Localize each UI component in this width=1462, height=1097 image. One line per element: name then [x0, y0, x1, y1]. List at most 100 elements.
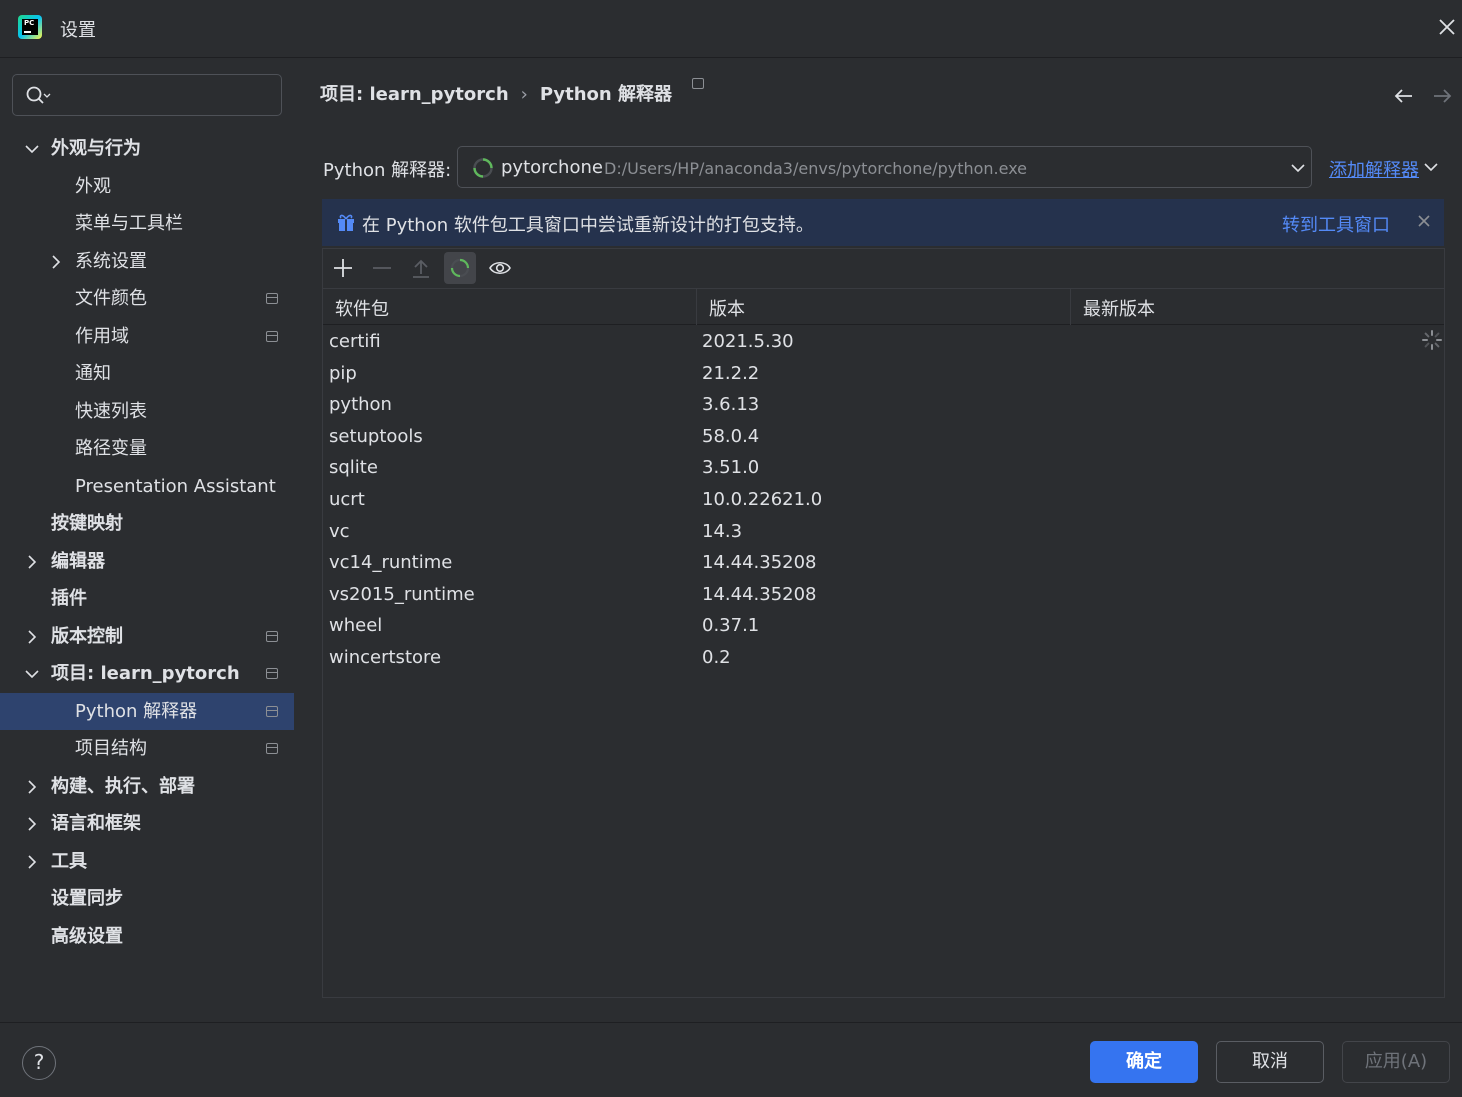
- add-package-button[interactable]: [327, 252, 359, 284]
- table-row[interactable]: vs2015_runtime 14.44.35208: [323, 579, 1444, 611]
- package-name-cell: setuptools: [329, 425, 423, 447]
- dialog-footer: ? 确定 取消 应用(A): [0, 1022, 1462, 1097]
- sidebar-item-label: 项目结构: [75, 738, 147, 759]
- package-version-cell: 58.0.4: [702, 425, 760, 447]
- banner-close-icon[interactable]: [1417, 214, 1431, 228]
- package-name-cell: certifi: [329, 331, 381, 352]
- sidebar-item-label: Presentation Assistant: [75, 475, 276, 497]
- table-row[interactable]: vc 14.3: [323, 516, 1444, 548]
- cancel-button[interactable]: 取消: [1216, 1041, 1324, 1083]
- table-row[interactable]: sqlite 3.51.0: [323, 452, 1444, 484]
- sidebar-item[interactable]: 构建、执行、部署: [0, 768, 294, 806]
- forward-button[interactable]: [1430, 84, 1454, 113]
- table-row[interactable]: wheel 0.37.1: [323, 610, 1444, 642]
- package-name-cell: ucrt: [329, 488, 365, 510]
- table-row[interactable]: setuptools 58.0.4: [323, 421, 1444, 453]
- chevron-down-icon[interactable]: [24, 130, 40, 167]
- add-interpreter-chevron-icon[interactable]: [1424, 160, 1438, 174]
- show-early-releases-button[interactable]: [483, 252, 515, 284]
- column-header-latest[interactable]: 最新版本: [1083, 295, 1155, 321]
- sidebar-item-label: 快速列表: [75, 400, 147, 422]
- sidebar-item[interactable]: 工具: [0, 843, 294, 881]
- apply-button[interactable]: 应用(A): [1342, 1041, 1450, 1083]
- sidebar-item[interactable]: 外观: [0, 168, 294, 206]
- sidebar-item[interactable]: 版本控制: [0, 618, 294, 656]
- table-row[interactable]: vc14_runtime 14.44.35208: [323, 547, 1444, 579]
- sidebar-item[interactable]: 插件: [0, 580, 294, 618]
- sidebar-item-label: 构建、执行、部署: [51, 775, 195, 797]
- sidebar-item-label: 版本控制: [51, 625, 123, 647]
- chevron-down-icon[interactable]: [24, 655, 40, 692]
- interpreter-env-name: pytorchone: [501, 157, 603, 178]
- back-button[interactable]: [1392, 84, 1416, 113]
- breadcrumb-page: Python 解释器: [539, 84, 672, 105]
- pycharm-logo-icon: PC: [18, 15, 42, 39]
- breadcrumb-project[interactable]: 项目: learn_pytorch: [320, 80, 509, 110]
- chevron-right-icon[interactable]: [24, 618, 40, 655]
- package-version-cell: 14.3: [702, 520, 743, 542]
- gift-icon: [338, 214, 354, 231]
- upgrade-arrow-icon: [413, 259, 429, 278]
- table-row[interactable]: ucrt 10.0.22621.0: [323, 484, 1444, 516]
- sidebar-item[interactable]: 语言和框架: [0, 805, 294, 843]
- settings-search-input[interactable]: [12, 74, 282, 116]
- upgrade-package-button[interactable]: [405, 252, 437, 284]
- plus-icon: [334, 259, 352, 277]
- project-scope-icon: [266, 630, 278, 642]
- go-to-tool-window-link[interactable]: 转到工具窗口: [1282, 211, 1390, 237]
- sidebar-item-label: 按键映射: [51, 513, 123, 534]
- project-scope-icon: [266, 330, 278, 342]
- add-interpreter-link[interactable]: 添加解释器: [1329, 156, 1419, 182]
- refresh-spinner-icon: [450, 258, 470, 278]
- package-version-cell: 14.44.35208: [702, 552, 817, 574]
- sidebar-item[interactable]: 系统设置: [0, 243, 294, 281]
- interpreter-select[interactable]: pytorchone D:/Users/HP/anaconda3/envs/py…: [457, 146, 1312, 188]
- interpreter-env-path: D:/Users/HP/anaconda3/envs/pytorchone/py…: [604, 159, 1028, 178]
- sidebar-item-label: 外观与行为: [51, 138, 141, 159]
- table-row[interactable]: wincertstore 0.2: [323, 642, 1444, 674]
- remove-package-button[interactable]: [366, 252, 398, 284]
- sidebar-item[interactable]: 菜单与工具栏: [0, 205, 294, 243]
- sidebar-item[interactable]: 作用域: [0, 318, 294, 356]
- table-row[interactable]: python 3.6.13: [323, 389, 1444, 421]
- project-scope-icon: [266, 668, 278, 679]
- table-row[interactable]: pip 21.2.2: [323, 358, 1444, 390]
- column-header-version[interactable]: 版本: [709, 295, 745, 321]
- sidebar-item[interactable]: 通知: [0, 355, 294, 393]
- chevron-right-icon[interactable]: [24, 805, 40, 842]
- settings-sidebar: 外观与行为外观 菜单与工具栏系统设置文件颜色 作用域 通知快速列表路径变量 Presen…: [0, 58, 294, 1022]
- close-button[interactable]: [1432, 12, 1462, 42]
- package-version-cell: 21.2.2: [702, 362, 760, 384]
- sidebar-item[interactable]: Python 解释器: [0, 692, 294, 730]
- ok-button[interactable]: 确定: [1090, 1041, 1198, 1083]
- column-header-package[interactable]: 软件包: [335, 295, 389, 321]
- package-version-cell: 3.6.13: [702, 394, 760, 416]
- sidebar-item[interactable]: Presentation Assistant: [0, 468, 294, 506]
- sidebar-item[interactable]: 按键映射: [0, 505, 294, 543]
- package-version-cell: 0.37.1: [702, 615, 760, 637]
- chevron-right-icon[interactable]: [24, 768, 40, 805]
- sidebar-item[interactable]: 文件颜色: [0, 280, 294, 318]
- sidebar-item[interactable]: 设置同步: [0, 880, 294, 918]
- sidebar-item[interactable]: 项目: learn_pytorch: [0, 655, 294, 693]
- sidebar-item-label: 项目: learn_pytorch: [51, 663, 240, 684]
- sidebar-item[interactable]: 外观与行为: [0, 130, 294, 168]
- sidebar-item[interactable]: 编辑器: [0, 543, 294, 581]
- chevron-right-icon[interactable]: [48, 243, 64, 280]
- main-panel: 项目: learn_pytorch › Python 解释器 Python 解释器:…: [294, 58, 1462, 1022]
- sidebar-item[interactable]: 快速列表: [0, 393, 294, 431]
- sidebar-item-label: 系统设置: [75, 250, 147, 272]
- sidebar-item-label: 高级设置: [51, 925, 123, 947]
- banner-message: 在 Python 软件包工具窗口中尝试重新设计的打包支持。: [362, 215, 814, 236]
- help-button[interactable]: ?: [22, 1046, 56, 1080]
- package-name-cell: wincertstore: [329, 646, 442, 668]
- chevron-right-icon[interactable]: [24, 543, 40, 580]
- package-version-cell: 0.2: [702, 646, 731, 668]
- sidebar-item[interactable]: 路径变量: [0, 430, 294, 468]
- table-row[interactable]: certifi 2021.5.30: [323, 326, 1444, 358]
- sidebar-item[interactable]: 高级设置: [0, 918, 294, 956]
- chevron-right-icon[interactable]: [24, 843, 40, 880]
- sidebar-item[interactable]: 项目结构: [0, 730, 294, 768]
- refresh-button[interactable]: [444, 252, 476, 284]
- package-version-cell: 3.51.0: [702, 457, 760, 479]
